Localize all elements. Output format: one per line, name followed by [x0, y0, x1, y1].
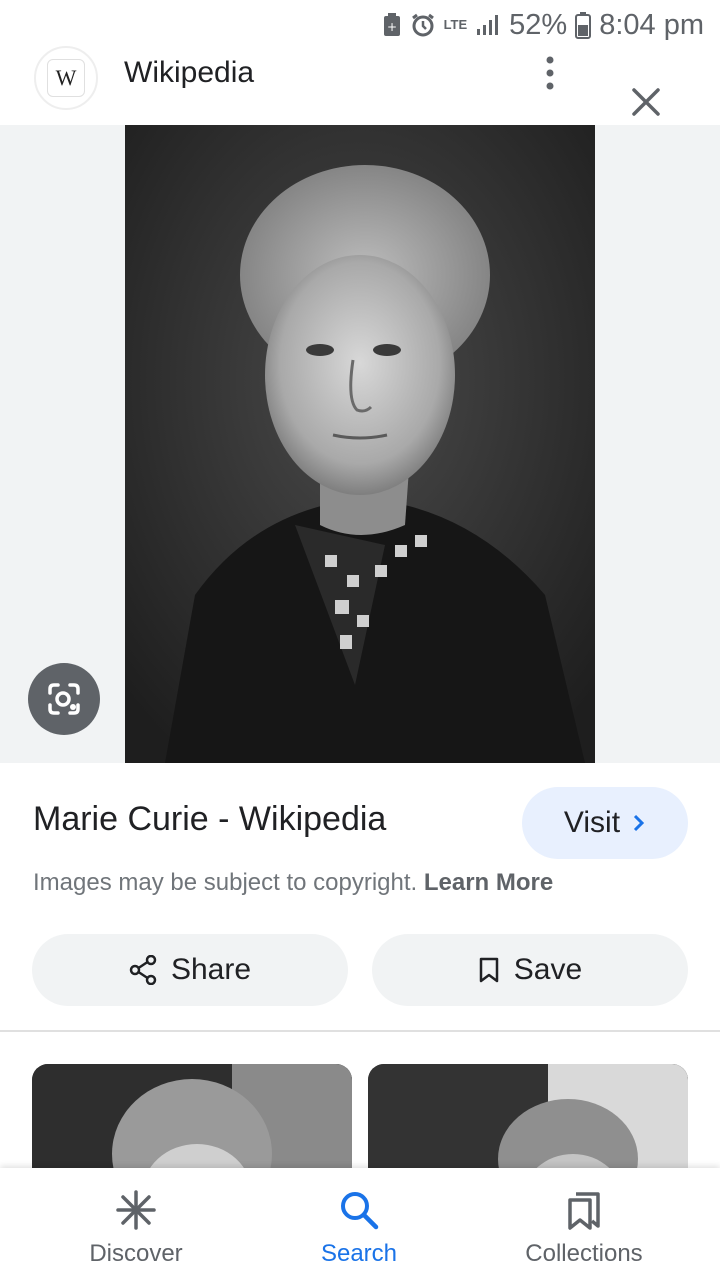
share-icon	[129, 955, 157, 985]
section-divider	[0, 1030, 720, 1032]
visit-button[interactable]: Visit	[522, 787, 688, 859]
image-preview-area	[0, 125, 720, 763]
collections-icon	[562, 1188, 606, 1232]
search-icon	[337, 1188, 381, 1232]
svg-text:+: +	[387, 20, 397, 34]
battery-saver-icon: +	[382, 12, 402, 38]
discover-icon	[114, 1188, 158, 1232]
copyright-text: Images may be subject to copyright.	[33, 869, 418, 896]
google-lens-button[interactable]	[28, 663, 100, 735]
signal-icon	[475, 13, 501, 37]
chevron-right-icon	[634, 814, 645, 832]
copyright-notice: Images may be subject to copyright. Lear…	[33, 869, 553, 897]
battery-icon	[575, 11, 592, 39]
nav-discover[interactable]: Discover	[36, 1168, 236, 1280]
save-label: Save	[513, 953, 583, 986]
visit-label: Visit	[563, 806, 621, 839]
site-favicon: W	[34, 46, 98, 110]
viewer-header: W Wikipedia	[0, 40, 720, 124]
lens-icon	[48, 683, 80, 715]
save-button[interactable]: Save	[372, 934, 688, 1006]
nav-collections-label: Collections	[525, 1240, 643, 1267]
close-icon[interactable]	[626, 82, 666, 122]
result-title[interactable]: Marie Curie - Wikipedia	[33, 800, 386, 839]
share-label: Share	[170, 953, 252, 986]
nav-search-label: Search	[320, 1240, 398, 1267]
bottom-navigation: Discover Search Collections	[0, 1168, 720, 1280]
learn-more-link[interactable]: Learn More	[424, 869, 553, 896]
bookmark-icon	[479, 957, 499, 983]
nav-discover-label: Discover	[89, 1240, 183, 1267]
site-name[interactable]: Wikipedia	[124, 56, 254, 90]
nav-search[interactable]: Search	[259, 1168, 459, 1280]
alarm-icon	[410, 12, 436, 38]
battery-percent: 52%	[509, 8, 568, 41]
portrait-photo[interactable]	[125, 125, 595, 763]
wikipedia-logo-icon: W	[47, 59, 85, 97]
network-type: LTE	[443, 17, 468, 32]
share-button[interactable]: Share	[32, 934, 348, 1006]
nav-collections[interactable]: Collections	[484, 1168, 684, 1280]
more-options-icon[interactable]	[536, 54, 564, 94]
clock: 8:04 pm	[599, 8, 704, 41]
